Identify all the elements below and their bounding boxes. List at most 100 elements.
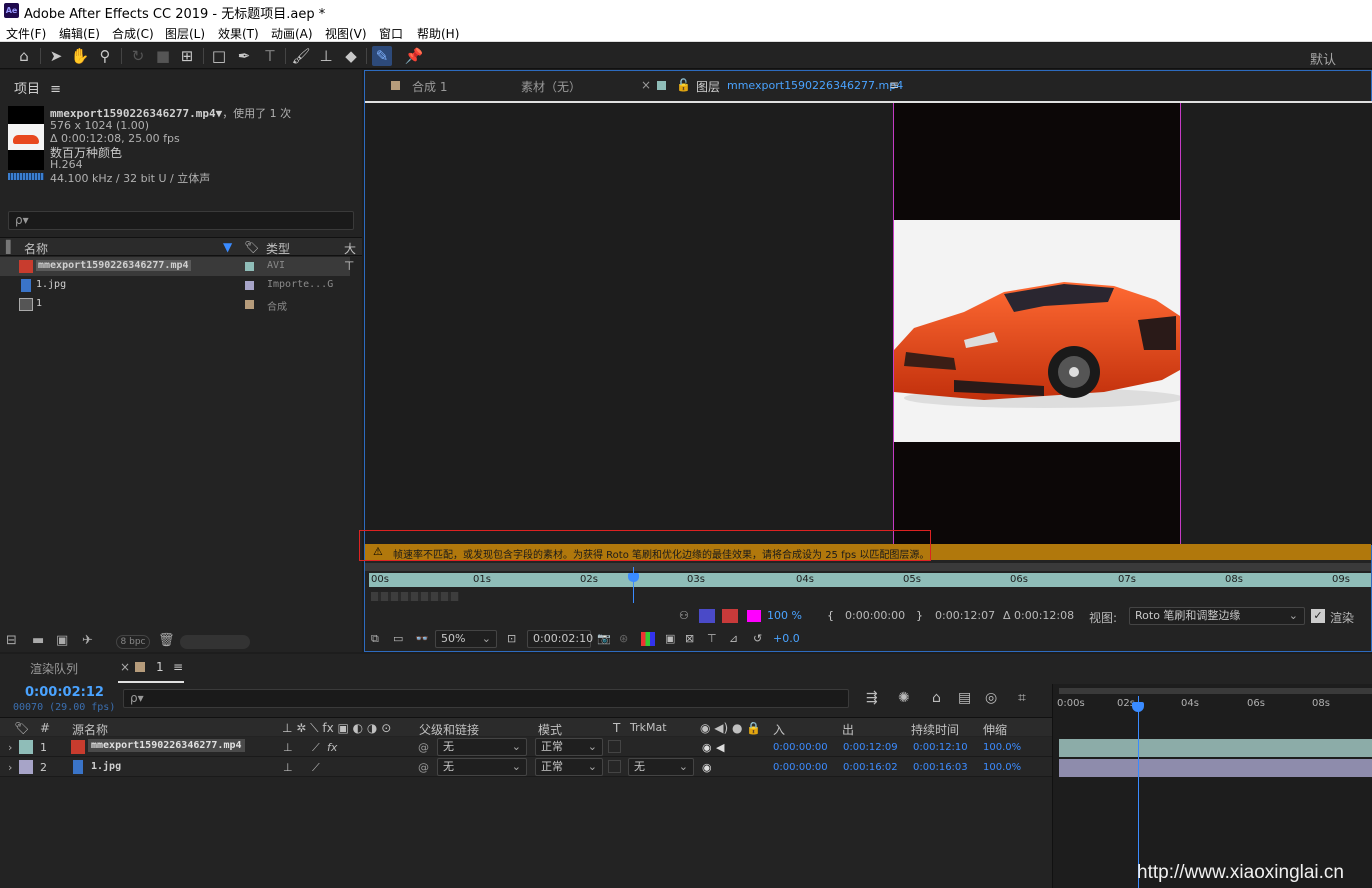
tab-comp-1[interactable]: 1 [156,660,164,674]
work-area-bar[interactable] [1059,688,1372,694]
menu-file[interactable]: 文件(F) [6,25,46,42]
show-snapshot-icon[interactable]: ⊛ [619,632,628,645]
layer-in-time[interactable]: 0:00:00:00 [773,762,828,773]
out-bracket-icon[interactable]: } [916,609,923,622]
selection-arrow-icon[interactable]: ➤ [46,46,66,66]
panel-menu-icon[interactable]: ≡ [889,78,899,92]
shy-switch-icon[interactable]: ⊥ [283,761,293,774]
column-number[interactable]: # [40,721,50,735]
layer-1-bar[interactable] [1059,739,1372,757]
menu-view[interactable]: 视图(V) [325,25,367,42]
snapshot-icon[interactable]: 📷 [597,632,611,645]
viewer-canvas[interactable] [365,103,1372,545]
layer-duration[interactable]: 0:00:16:03 [913,762,968,773]
layer-label-color[interactable] [19,760,33,774]
timeline-search-input[interactable]: ρ▾ [123,689,849,708]
puppet-pin-icon[interactable]: 📌 [404,46,424,66]
rotate-icon[interactable]: ↻ [128,46,148,66]
timeline-track-area[interactable]: 0:00s 02s 04s 06s 08s [1052,684,1372,888]
channel-icon[interactable] [641,632,655,646]
mode-select[interactable]: 正常 ⌄ [535,738,603,756]
pen-icon[interactable]: ✒ [234,46,254,66]
shy-layers-icon[interactable]: ⌂ [932,690,941,706]
roto-brush-icon[interactable]: ✎ [372,46,392,66]
pan-behind-icon[interactable]: ⊞ [177,46,197,66]
frame-blending-icon[interactable]: ▤ [958,690,971,706]
label-color-icon[interactable] [245,300,254,309]
menu-effect[interactable]: 效果(T) [218,25,259,42]
column-size[interactable]: 大 [344,240,356,257]
home-icon[interactable]: ⌂ [14,46,34,66]
fx-switch-icon[interactable]: fx [327,741,337,754]
layer-label-color[interactable] [19,740,33,754]
preserve-transparency-checkbox[interactable] [608,740,621,753]
layer-name[interactable]: mmexport1590226346277.mp4 [88,739,245,752]
quality-switch-icon[interactable]: ⟋ [312,741,320,755]
exposure-value[interactable]: +0.0 [773,632,800,645]
menu-composition[interactable]: 合成(C) [112,25,154,42]
eraser-icon[interactable]: ◆ [341,46,361,66]
brush-icon[interactable]: 🖌 [291,46,311,66]
label-column-icon[interactable]: 🏷 [14,721,29,735]
overlay-opacity[interactable]: 100 % [767,609,802,622]
out-time[interactable]: 0:00:12:07 [935,609,995,622]
project-tab[interactable]: 项目 ≡ [14,78,61,97]
layer-stretch[interactable]: 100.0% [983,742,1021,753]
column-duration[interactable]: 持续时间 [911,721,959,738]
pickwhip-icon[interactable]: @ [418,761,429,774]
layer-row[interactable]: › 2 1.jpg ⊥ ⟋ @ 无 ⌄ 正常 ⌄ 无 ⌄ ◉ 0:00:00:00 0… [0,757,1052,777]
panel-menu-icon[interactable]: ≡ [50,82,61,97]
trash-icon[interactable]: 🗑 [158,633,175,648]
render-checkbox[interactable]: ✓ [1311,609,1325,623]
close-tab-icon[interactable]: × [120,660,130,674]
column-trkmat[interactable]: TrkMat [630,721,667,734]
layer-out-time[interactable]: 0:00:16:02 [843,762,898,773]
video-eye-icon[interactable]: ◉ [702,741,712,754]
tab-composition[interactable]: 合成 1 [412,78,447,95]
label-column-icon[interactable]: 🏷 [244,240,259,254]
layer-duration-bar[interactable] [369,573,1371,587]
label-color-icon[interactable] [245,281,254,290]
expand-chevron-icon[interactable]: › [8,761,12,774]
video-eye-icon[interactable]: ◉ [702,761,712,774]
composition-mini-flowchart-icon[interactable]: ⇶ [866,690,878,706]
bit-depth-button[interactable]: 8 bpc [116,635,150,649]
walk-icon[interactable]: ⚇ [679,609,689,622]
mode-select[interactable]: 正常 ⌄ [535,758,603,776]
magnification-select[interactable]: 50% ⌄ [435,630,497,648]
layer-row[interactable]: › 1 mmexport1590226346277.mp4 ⊥ ⟋ fx @ 无… [0,737,1052,757]
transparency-grid-icon[interactable]: ⊠ [685,632,694,645]
layer-stretch[interactable]: 100.0% [983,762,1021,773]
current-time-field[interactable]: 0:00:02:10 [527,630,593,648]
motion-blur-icon[interactable]: ◎ [985,690,997,706]
in-time[interactable]: 0:00:00:00 [845,609,905,622]
preserve-transparency-checkbox[interactable] [608,760,621,773]
column-parent[interactable]: 父级和链接 [419,721,479,738]
layer-2-bar[interactable] [1059,759,1372,777]
camera-icon[interactable]: ■ [153,46,173,66]
audio-speaker-icon[interactable]: ◀ [716,741,724,754]
parent-select[interactable]: 无 ⌄ [437,758,527,776]
shy-switch-icon[interactable]: ⊥ [283,741,293,754]
project-item[interactable]: 1 合成 [0,295,350,314]
overlay-color-swatch[interactable] [747,610,761,622]
layer-name[interactable]: 1.jpg [91,761,121,772]
clone-stamp-icon[interactable]: ⊥ [316,46,336,66]
menu-edit[interactable]: 编辑(E) [59,25,100,42]
view-select[interactable]: Roto 笔刷和调整边缘 ⌄ [1129,607,1305,625]
new-folder-icon[interactable]: ▬ [32,633,44,648]
close-tab-icon[interactable]: × [641,78,651,92]
column-in[interactable]: 入 [773,721,785,738]
column-t[interactable]: T [613,721,620,735]
region-of-interest-icon[interactable]: ▣ [665,632,675,645]
roto-view-icon[interactable] [699,609,715,623]
layer-view-icon[interactable]: ⊿ [729,632,738,645]
rectangle-icon[interactable]: □ [209,46,229,66]
column-name[interactable]: 名称 [24,240,48,257]
roto-span-bar[interactable] [371,592,459,601]
mask-visibility-icon[interactable]: 👓 [415,632,429,645]
column-type[interactable]: 类型 [266,240,290,257]
tab-layer-name[interactable]: mmexport1590226346277.mp4 [727,79,903,92]
layer-in-time[interactable]: 0:00:00:00 [773,742,828,753]
project-item[interactable]: mmexport1590226346277.mp4 AVI ⊤ [0,257,354,276]
